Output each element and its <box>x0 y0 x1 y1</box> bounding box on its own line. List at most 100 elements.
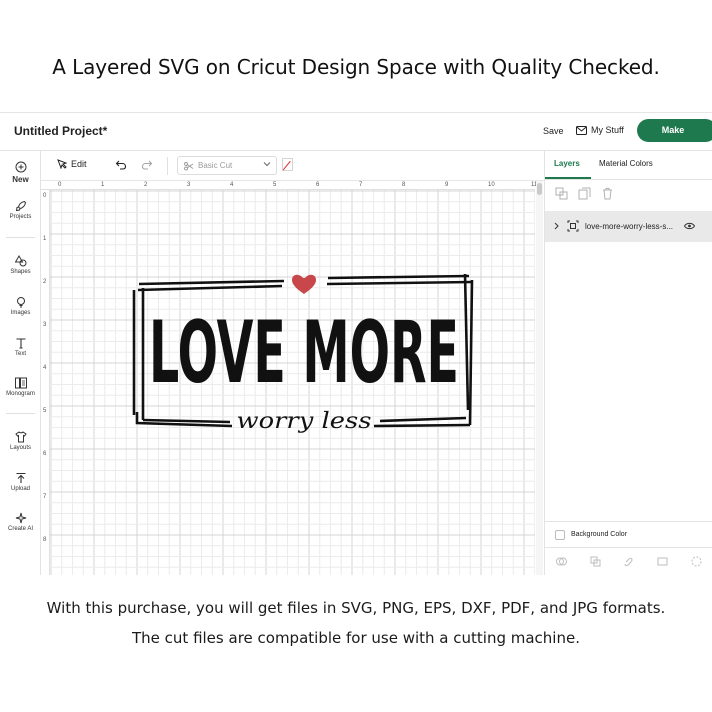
project-title[interactable]: Untitled Project* <box>14 124 107 138</box>
color-swatch[interactable] <box>282 158 293 171</box>
ruler-top-label: 3 <box>187 182 191 188</box>
attach-icon[interactable] <box>623 556 634 567</box>
panel-bottom-tools <box>545 547 712 575</box>
layer-name: love-more-worry-less-s... <box>585 222 674 231</box>
make-button[interactable]: Make <box>637 119 712 142</box>
ruler-left-label: 0 <box>43 193 47 199</box>
ruler-left-label: 6 <box>43 451 47 457</box>
sparkle-icon <box>15 512 26 524</box>
ruler-left-label: 4 <box>43 365 47 371</box>
mail-icon <box>576 125 587 135</box>
layer-tools <box>555 187 614 200</box>
combine-icon[interactable] <box>590 556 601 567</box>
sidebar-divider <box>6 237 35 238</box>
sidebar-item-label: Projects <box>9 214 32 220</box>
layer-group-icon <box>567 220 579 232</box>
ruler-top-label: 5 <box>273 182 277 188</box>
ruler-top-label: 1 <box>101 182 105 188</box>
headline: A Layered SVG on Cricut Design Space wit… <box>52 55 660 79</box>
sidebar-item-label: Monogram <box>6 391 35 397</box>
sidebar-item-shapes[interactable]: Shapes <box>0 255 41 275</box>
group-icon[interactable] <box>555 187 568 200</box>
sidebar-item-images[interactable]: Images <box>0 296 41 316</box>
ruler-left-label: 2 <box>43 279 47 285</box>
ruler-top-label: 9 <box>445 182 449 188</box>
scissors-icon <box>184 161 194 170</box>
ruler-top-label: 2 <box>144 182 148 188</box>
background-color-row: Background Color <box>545 521 712 547</box>
ruler-left-label: 8 <box>43 537 47 543</box>
upload-icon <box>16 472 25 483</box>
top-bar: Untitled Project* Save My Stuff Make <box>0 113 712 151</box>
edit-button[interactable]: Edit <box>57 159 87 169</box>
contour-icon[interactable] <box>691 556 702 567</box>
ruler-top-label: 8 <box>402 182 406 188</box>
ruler-left-label: 1 <box>43 236 47 242</box>
ruler-top-label: 4 <box>230 182 234 188</box>
tab-divider <box>545 179 712 180</box>
sidebar-item-text[interactable]: Text <box>0 337 41 357</box>
lightbulb-icon <box>16 297 25 308</box>
operation-select-value: Basic Cut <box>198 161 233 170</box>
sidebar-item-label: Upload <box>10 486 30 492</box>
no-color-icon <box>282 160 291 171</box>
background-color-label: Background Color <box>571 531 628 538</box>
sidebar-item-create-ai[interactable]: Create AI <box>0 512 41 532</box>
ruler-left-label: 7 <box>43 494 47 500</box>
ruler-top-label: 0 <box>58 182 62 188</box>
design-space-window: Untitled Project* Save My Stuff Make New… <box>0 112 712 575</box>
ruler-top-label: 7 <box>359 182 363 188</box>
sidebar-item-new[interactable]: New <box>0 161 41 184</box>
heart-icon <box>292 274 316 294</box>
edit-label: Edit <box>71 159 87 169</box>
redo-icon[interactable] <box>141 159 153 171</box>
sidebar-item-label: Text <box>14 351 26 357</box>
footer-line-2: The cut files are compatible for use wit… <box>132 629 580 647</box>
sidebar-divider <box>6 413 35 414</box>
shapes-icon <box>14 255 26 267</box>
scrollbar-thumb[interactable] <box>537 183 542 195</box>
delete-icon[interactable] <box>601 187 614 200</box>
flatten-icon[interactable] <box>657 556 668 567</box>
layer-row[interactable]: love-more-worry-less-s... <box>545 211 712 242</box>
eye-icon[interactable] <box>684 222 695 230</box>
design-canvas[interactable]: LOVE MORE worry less <box>50 190 535 575</box>
operation-select[interactable]: Basic Cut <box>177 156 277 175</box>
ruler-top: 0 1 2 3 4 5 6 7 8 9 10 11 <box>41 181 537 190</box>
my-stuff-button[interactable]: My Stuff <box>576 125 624 135</box>
slice-icon[interactable] <box>556 556 568 567</box>
canvas-scrollbar[interactable] <box>536 181 543 575</box>
love-more-text: LOVE MORE <box>149 303 459 403</box>
sidebar-item-layouts[interactable]: Layouts <box>0 431 41 451</box>
shirt-icon <box>14 431 27 443</box>
toolbar-divider <box>167 157 168 175</box>
love-more-design[interactable]: LOVE MORE worry less <box>132 270 477 460</box>
worry-less-text: worry less <box>237 409 372 434</box>
tab-layers[interactable]: Layers <box>554 159 580 168</box>
ruler-top-label: 6 <box>316 182 320 188</box>
my-stuff-label: My Stuff <box>591 125 624 135</box>
ruler-left-label: 3 <box>43 322 47 328</box>
sidebar-item-label: Create AI <box>7 526 33 532</box>
plus-circle-icon <box>15 161 26 173</box>
edit-toolbar: Edit Basic Cut <box>41 151 544 181</box>
ruler-top-label: 10 <box>488 182 495 188</box>
chevron-right-icon[interactable] <box>553 222 560 230</box>
tab-material-colors[interactable]: Material Colors <box>599 159 653 168</box>
ruler-left: 0 1 2 3 4 5 6 7 8 <box>41 190 50 575</box>
monogram-icon <box>14 377 27 389</box>
footer-line-1: With this purchase, you will get files i… <box>46 599 666 617</box>
edit-icon <box>57 159 67 169</box>
text-icon <box>16 338 25 349</box>
sidebar-item-label: Shapes <box>10 269 31 275</box>
undo-icon[interactable] <box>115 159 127 171</box>
sidebar-item-upload[interactable]: Upload <box>0 472 41 492</box>
duplicate-icon[interactable] <box>578 187 591 200</box>
rocket-icon <box>15 200 26 212</box>
save-button[interactable]: Save <box>543 126 564 136</box>
sidebar-item-monogram[interactable]: Monogram <box>0 377 41 397</box>
ruler-left-label: 5 <box>43 408 47 414</box>
background-color-checkbox[interactable] <box>555 530 565 540</box>
left-sidebar: New Projects Shapes Images Text Monogram… <box>0 151 41 575</box>
sidebar-item-projects[interactable]: Projects <box>0 200 41 220</box>
